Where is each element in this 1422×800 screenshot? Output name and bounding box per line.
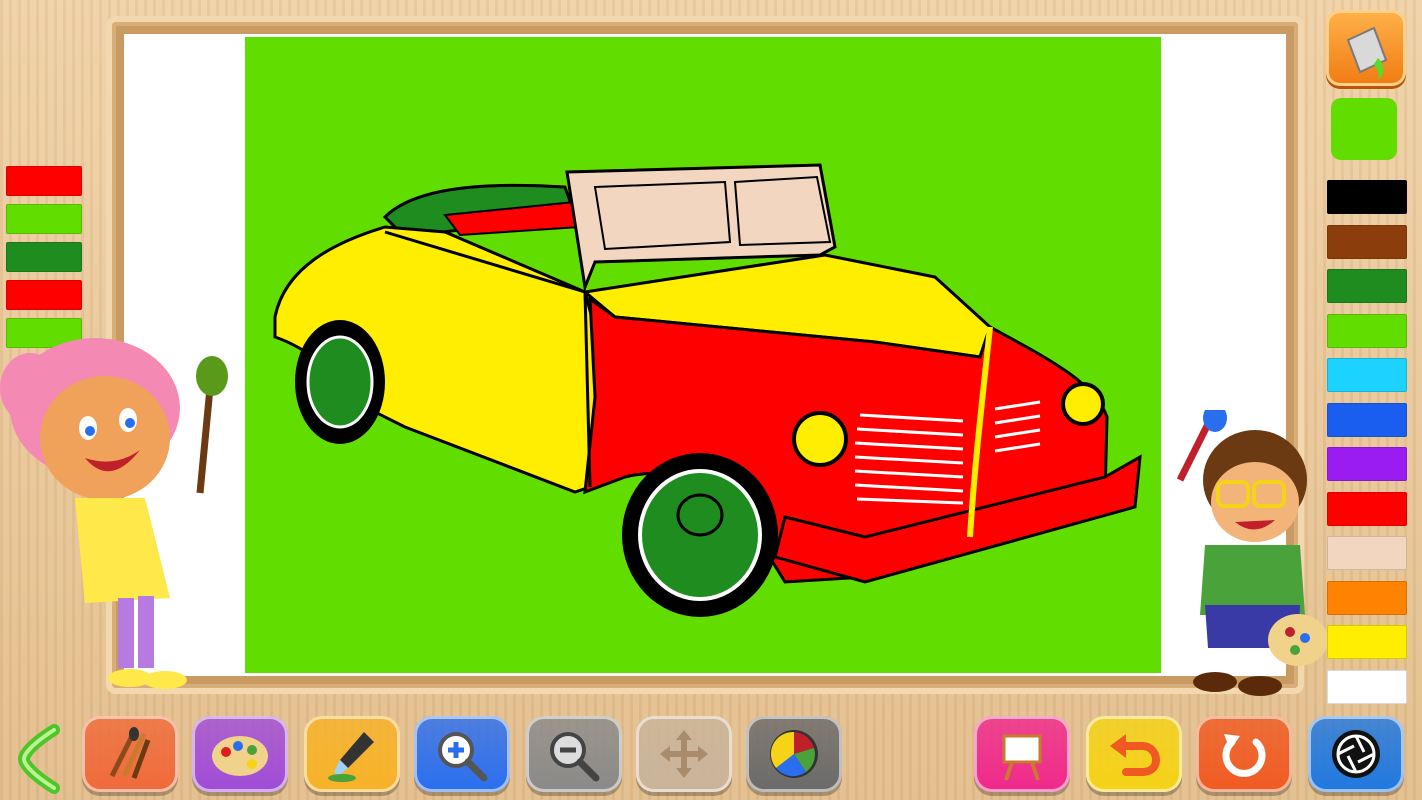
move-button[interactable] xyxy=(636,716,732,792)
car-headlight-right[interactable] xyxy=(1061,382,1105,426)
recent-color-swatch[interactable] xyxy=(6,204,82,234)
undo-icon xyxy=(1110,734,1161,776)
reset-icon xyxy=(1222,734,1266,777)
eyedropper-button[interactable] xyxy=(304,716,400,792)
car-wheel-rear[interactable] xyxy=(295,320,385,444)
palette-swatch-light-green[interactable] xyxy=(1327,313,1407,348)
palette-swatch-blue[interactable] xyxy=(1327,402,1407,437)
car-wheel-front[interactable] xyxy=(622,453,778,617)
move-icon xyxy=(660,730,708,778)
new-canvas-button[interactable] xyxy=(974,716,1070,792)
palette-swatch-skin[interactable] xyxy=(1327,536,1407,570)
fill-bucket-button[interactable] xyxy=(1326,10,1406,86)
car-coloring-page[interactable] xyxy=(245,37,1161,673)
palette-icon xyxy=(212,736,268,776)
palette-swatch-purple[interactable] xyxy=(1327,447,1407,481)
palette-swatch-brown[interactable] xyxy=(1327,224,1407,259)
recent-color-swatch[interactable] xyxy=(6,166,82,196)
brushes-button[interactable] xyxy=(82,716,178,792)
palette-swatch-black[interactable] xyxy=(1327,180,1407,214)
color-wheel-icon xyxy=(770,730,818,778)
zoom-out-icon xyxy=(550,732,600,782)
eyedropper-icon xyxy=(328,732,374,782)
camera-button[interactable] xyxy=(1308,716,1404,792)
palette-swatch-white[interactable] xyxy=(1327,669,1407,704)
undo-button[interactable] xyxy=(1086,716,1182,792)
recent-color-swatch[interactable] xyxy=(6,280,82,310)
zoom-in-button[interactable] xyxy=(414,716,510,792)
zoom-in-icon xyxy=(438,732,488,782)
zoom-out-button[interactable] xyxy=(526,716,622,792)
palette-swatch-sky-blue[interactable] xyxy=(1327,358,1407,392)
palette-button[interactable] xyxy=(192,716,288,792)
boy-character xyxy=(1176,410,1328,696)
color-wheel-button[interactable] xyxy=(746,716,842,792)
palette-swatch-red[interactable] xyxy=(1327,491,1407,526)
palette-swatch-orange[interactable] xyxy=(1327,580,1407,615)
recent-color-swatch[interactable] xyxy=(6,242,82,272)
color-palette xyxy=(1327,180,1407,714)
girl-character xyxy=(0,338,228,689)
car-headlight-left[interactable] xyxy=(792,411,848,467)
easel-icon xyxy=(1002,734,1042,781)
camera-shutter-icon xyxy=(1332,730,1380,778)
palette-swatch-yellow[interactable] xyxy=(1327,625,1407,659)
bottom-toolbar xyxy=(0,710,1422,800)
paintbrushes-icon xyxy=(109,727,151,779)
selected-color-preview xyxy=(1331,98,1397,160)
back-arrow-icon[interactable] xyxy=(12,724,72,794)
paint-bucket-icon xyxy=(1346,26,1388,80)
palette-swatch-dark-green[interactable] xyxy=(1327,269,1407,303)
reset-button[interactable] xyxy=(1196,716,1292,792)
